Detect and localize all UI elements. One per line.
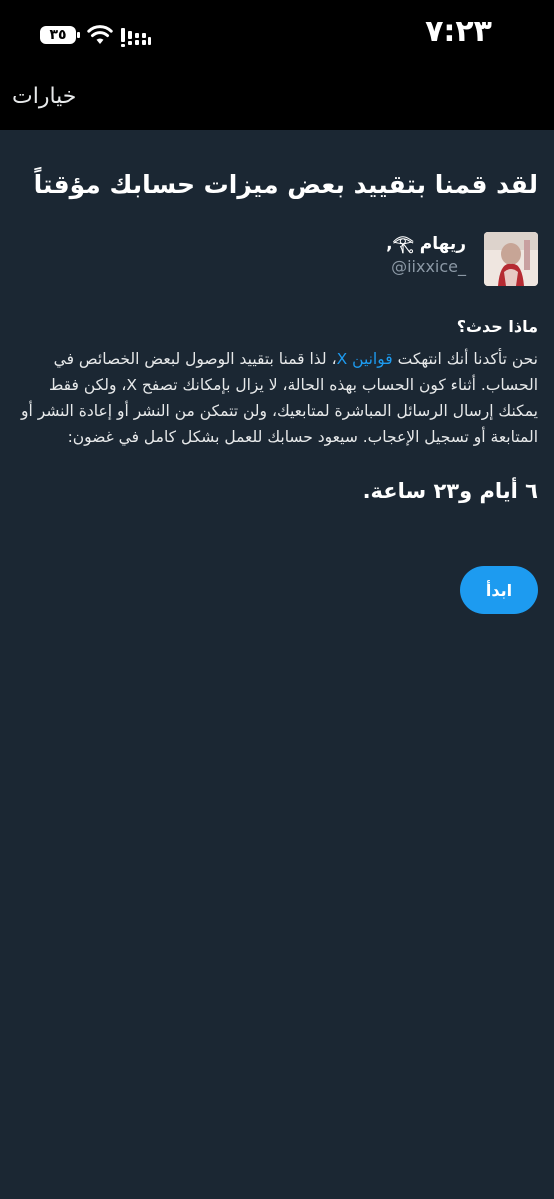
status-bar: ٣٥ ٧:٢٣ (0, 0, 554, 72)
page-title: لقد قمنا بتقييد بعض ميزات حسابك مؤقتاً (33, 170, 538, 199)
signal-icon (121, 28, 151, 47)
avatar (484, 232, 538, 286)
start-button[interactable]: ابدأ (460, 566, 538, 614)
rules-link[interactable]: قوانين X (337, 350, 393, 368)
battery-level: ٣٥ (49, 27, 67, 43)
username: @iixxice_ (391, 257, 466, 276)
battery-icon: ٣٥ (40, 26, 80, 44)
restriction-panel: لقد قمنا بتقييد بعض ميزات حسابك مؤقتاً ر… (20, 130, 538, 506)
restriction-duration: ٦ أيام و٢٣ ساعة. (362, 479, 538, 503)
what-happened-heading: ماذا حدث؟ (456, 317, 538, 336)
options-button[interactable]: خيارات (12, 84, 76, 109)
top-bar: خيارات (0, 72, 554, 130)
account-card: ريهام 𓂀, @iixxice_ (20, 232, 538, 288)
display-name: ريهام 𓂀, (386, 234, 466, 254)
explanation-text: نحن تأكدنا أنك انتهكت قوانين X، لذا قمنا… (20, 346, 538, 450)
clock: ٧:٢٣ (425, 14, 492, 49)
explanation-intro: نحن تأكدنا أنك انتهكت (392, 350, 538, 368)
wifi-icon (87, 25, 113, 44)
avatar-image (484, 232, 538, 286)
